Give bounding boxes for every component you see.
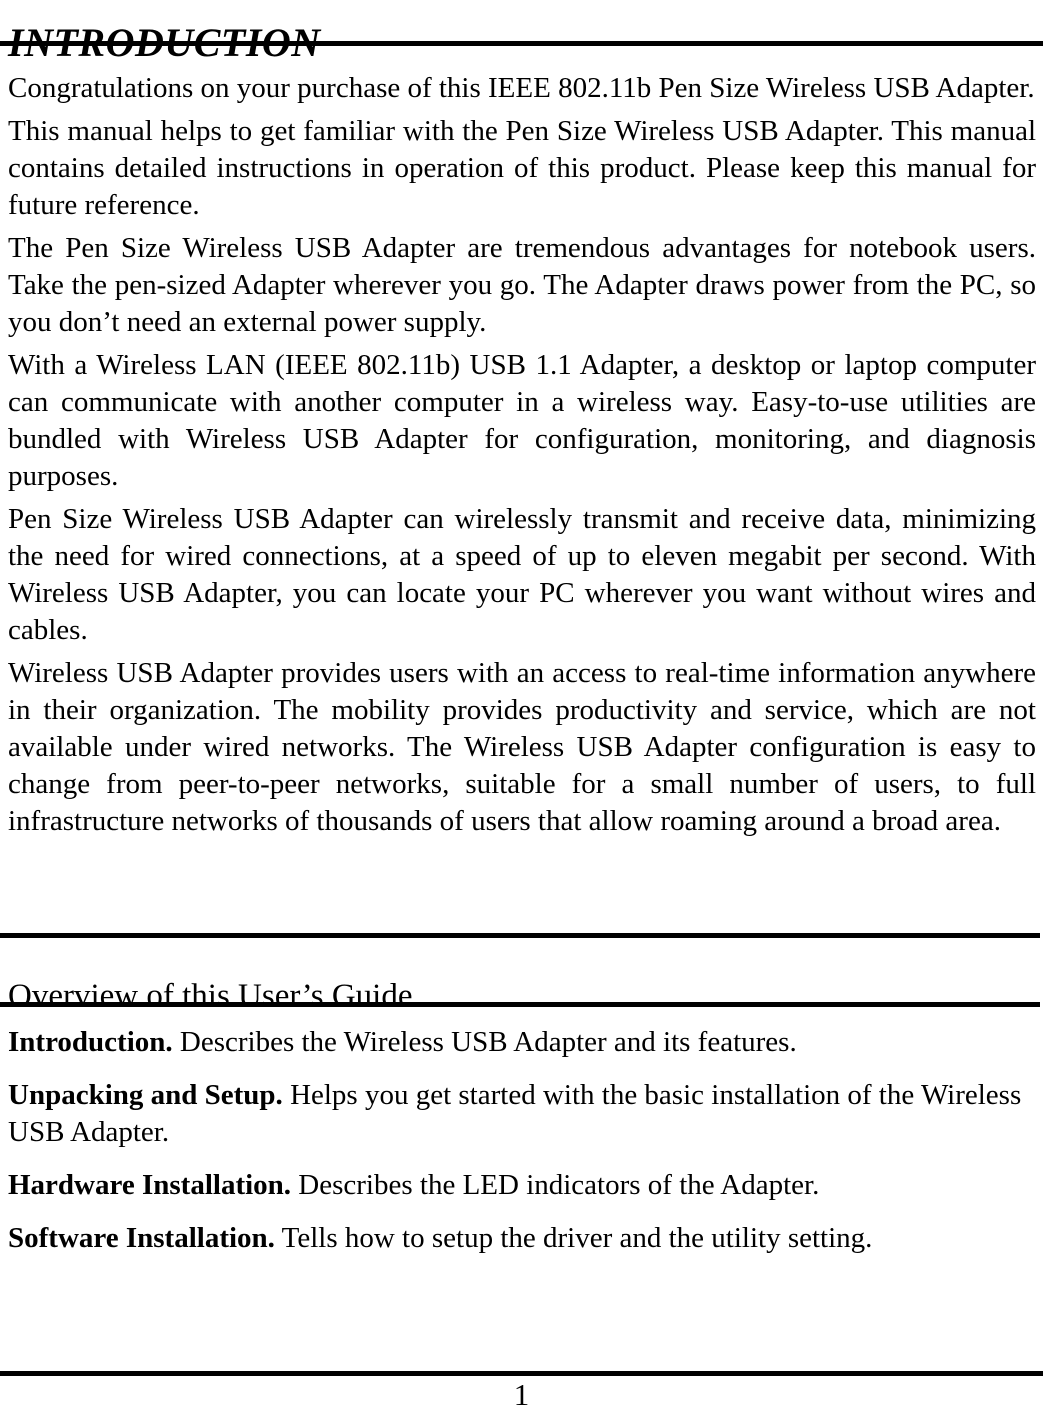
list-item-lead: Hardware Installation. <box>8 1169 292 1201</box>
paragraph: With a Wireless LAN (IEEE 802.11b) USB 1… <box>8 349 1036 492</box>
list-item-lead: Software Installation. <box>8 1222 275 1254</box>
page-number: 1 <box>513 1377 530 1412</box>
list-item-text: Tells how to setup the driver and the ut… <box>274 1222 873 1254</box>
document-page: INTRODUCTION Congratulations on your pur… <box>0 0 1043 1415</box>
list-item-text: Describes the LED indicators of the Adap… <box>291 1169 820 1201</box>
list-item: Unpacking and Setup. Helps you get start… <box>8 1077 1036 1151</box>
section-rule-bottom <box>0 1002 1040 1007</box>
list-item-lead: Introduction. <box>8 1026 173 1058</box>
list-item: Introduction. Describes the Wireless USB… <box>8 1024 1036 1061</box>
list-item: Hardware Installation. Describes the LED… <box>8 1167 1036 1204</box>
paragraph: The Pen Size Wireless USB Adapter are tr… <box>8 232 1036 338</box>
introduction-body: Congratulations on your purchase of this… <box>8 70 1036 840</box>
paragraph: Congratulations on your purchase of this… <box>8 72 1035 104</box>
list-item: Software Installation. Tells how to setu… <box>8 1220 1036 1257</box>
section-heading: Overview of this User’s Guide <box>8 978 413 1015</box>
list-item-lead: Unpacking and Setup. <box>8 1079 283 1111</box>
chapter-title-rule <box>0 41 1043 46</box>
overview-list: Introduction. Describes the Wireless USB… <box>8 1024 1036 1257</box>
paragraph: This manual helps to get familiar with t… <box>8 115 1036 221</box>
paragraph: Pen Size Wireless USB Adapter can wirele… <box>8 503 1036 646</box>
paragraph: Wireless USB Adapter provides users with… <box>8 657 1036 837</box>
section-rule-top <box>0 933 1040 938</box>
list-item-text: Describes the Wireless USB Adapter and i… <box>172 1026 797 1058</box>
